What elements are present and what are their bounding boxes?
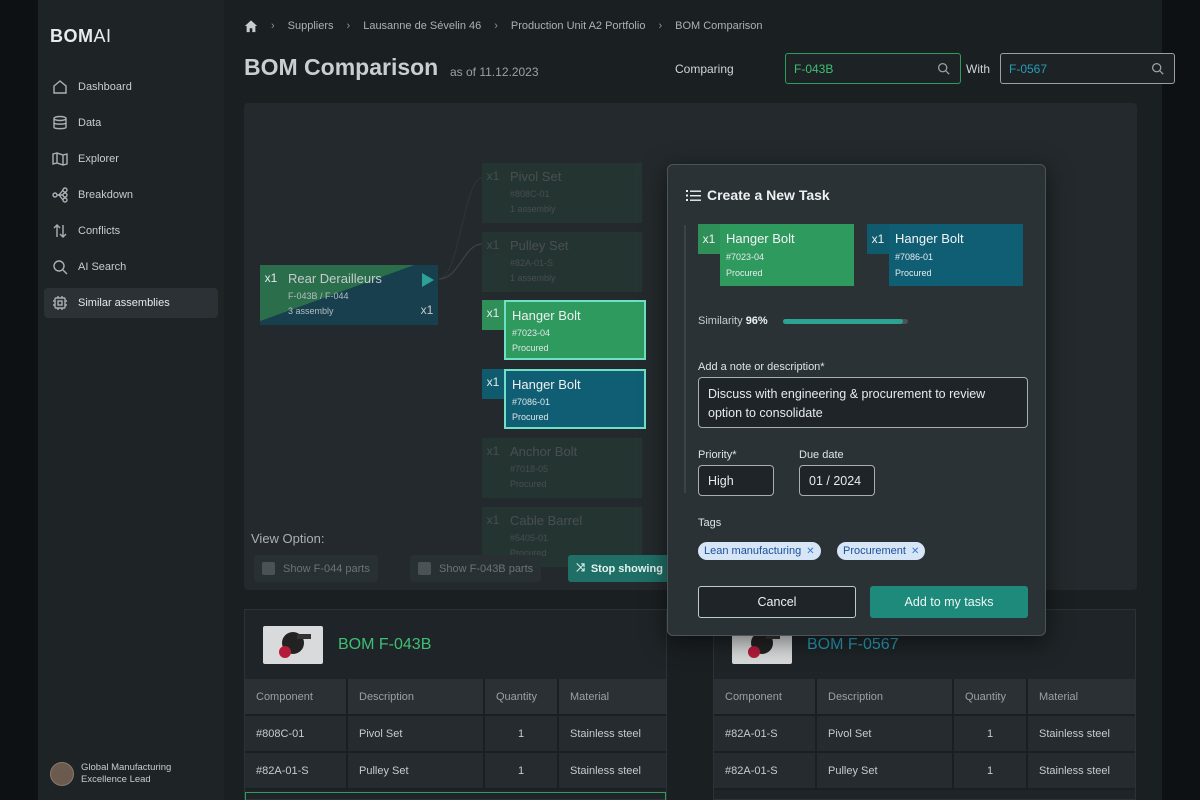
bom-panel-right: BOM F-0567 Component Description Quantit… <box>713 609 1136 800</box>
bom-title: BOM F-0567 <box>807 636 899 653</box>
expand-arrow-icon[interactable] <box>422 273 434 287</box>
similarity-label: Similarity 96% <box>698 315 768 327</box>
bom-title: BOM F-043B <box>338 636 432 653</box>
chevron-right-icon: › <box>271 20 275 32</box>
chip-icon <box>53 296 67 310</box>
with-label: With <box>966 62 990 76</box>
create-task-modal: Create a New Task x1 Hanger Bolt #7023-0… <box>667 164 1046 636</box>
sidebar: BOMAI Dashboard Data Explorer Breakdown … <box>38 0 224 800</box>
bom-panel-left: BOM F-043B Component Description Quantit… <box>244 609 667 800</box>
as-of-date: as of 11.12.2023 <box>450 65 539 79</box>
tags-label: Tags <box>698 517 722 529</box>
home-icon <box>53 80 67 94</box>
search-icon <box>53 260 68 275</box>
bom-table: Component Description Quantity Material … <box>714 679 1135 790</box>
cancel-button[interactable]: Cancel <box>698 586 856 618</box>
tag-procurement[interactable]: Procurement ✕ <box>837 542 926 560</box>
modal-title: Create a New Task <box>686 187 830 203</box>
user-name: Global Manufacturing Excellence Lead <box>81 762 172 785</box>
tag-lean-manufacturing[interactable]: Lean manufacturing ✕ <box>698 542 821 560</box>
sort-arrows-icon <box>53 224 67 238</box>
breadcrumb: › Suppliers › Lausanne de Sévelin 46 › P… <box>244 19 763 33</box>
page-title: BOM Comparison <box>244 54 439 80</box>
chevron-right-icon: › <box>494 20 498 32</box>
priority-label: Priority* <box>698 449 737 461</box>
user-profile[interactable]: Global Manufacturing Excellence Lead <box>50 762 191 786</box>
view-option-label: View Option: <box>251 531 325 546</box>
priority-select[interactable]: High <box>698 465 774 496</box>
node-anchor-bolt[interactable]: x1 Anchor Bolt #7018-05 Procured <box>482 438 642 498</box>
logo: BOMAI <box>50 26 112 46</box>
breadcrumb-portfolio[interactable]: Production Unit A2 Portfolio <box>511 20 646 32</box>
sidebar-item-explorer[interactable]: Explorer <box>44 144 218 174</box>
bom-table: Component Description Quantity Material … <box>245 679 666 790</box>
close-icon[interactable]: ✕ <box>806 546 814 557</box>
list-icon <box>686 189 701 201</box>
database-icon <box>53 115 67 130</box>
add-to-tasks-button[interactable]: Add to my tasks <box>870 586 1028 618</box>
stop-showing-button[interactable]: ⤨ Stop showing <box>568 555 671 582</box>
table-row[interactable]: #808C-01 Pivol Set 1 Stainless steel <box>245 716 666 753</box>
comparing-label: Comparing <box>675 62 734 76</box>
sidebar-item-similar-assemblies[interactable]: Similar assemblies <box>44 288 218 318</box>
node-pulley-set[interactable]: x1 Pulley Set #82A-01-S 1 assembly <box>482 232 642 292</box>
breadcrumb-suppliers[interactable]: Suppliers <box>288 20 334 32</box>
node-hanger-bolt-a[interactable]: x1 Hanger Bolt #7023-04 Procured <box>482 300 646 360</box>
sidebar-item-ai-search[interactable]: AI Search <box>44 252 218 282</box>
shuffle-icon: ⤨ <box>576 562 585 574</box>
tree-icon <box>52 187 68 203</box>
map-icon <box>52 152 68 166</box>
product-thumbnail <box>263 626 323 664</box>
avatar <box>50 762 74 786</box>
chevron-right-icon: › <box>658 20 663 32</box>
table-row[interactable]: #82A-01-S Pulley Set 1 Stainless steel <box>245 753 666 790</box>
close-icon[interactable]: ✕ <box>911 546 919 557</box>
similarity-bar <box>783 319 908 324</box>
sidebar-item-breakdown[interactable]: Breakdown <box>44 180 218 210</box>
with-input[interactable]: F-0567 <box>1000 53 1175 84</box>
due-date-label: Due date <box>799 449 844 461</box>
selected-row-outline <box>245 792 666 800</box>
node-pivol-set[interactable]: x1 Pivol Set #808C-01 1 assembly <box>482 163 642 223</box>
table-row[interactable]: #82A-01-S Pivol Set 1 Stainless steel <box>714 716 1135 753</box>
modal-divider <box>684 225 686 493</box>
note-textarea[interactable]: Discuss with engineering & procurement t… <box>698 377 1028 428</box>
search-icon[interactable] <box>1151 62 1164 75</box>
table-row[interactable]: #82A-01-S Pulley Set 1 Stainless steel <box>714 753 1135 790</box>
task-card-b: x1 Hanger Bolt #7086-01 Procured <box>867 224 1023 286</box>
breadcrumb-current: BOM Comparison <box>675 20 763 32</box>
sidebar-item-conflicts[interactable]: Conflicts <box>44 216 218 246</box>
breadcrumb-site[interactable]: Lausanne de Sévelin 46 <box>363 20 481 32</box>
note-label: Add a note or description* <box>698 361 825 373</box>
root-node[interactable]: x1 Rear Derailleurs F-043B / F-044 3 ass… <box>260 265 438 325</box>
show-f043b-checkbox[interactable]: Show F-043B parts <box>410 555 542 582</box>
sidebar-item-dashboard[interactable]: Dashboard <box>44 72 218 102</box>
search-icon[interactable] <box>937 62 950 75</box>
home-icon[interactable] <box>244 19 258 33</box>
due-date-input[interactable]: 01 / 2024 <box>799 465 875 496</box>
table-header: Component Description Quantity Material <box>245 679 666 716</box>
show-f044-checkbox[interactable]: Show F-044 parts <box>254 555 378 582</box>
sidebar-item-data[interactable]: Data <box>44 108 218 138</box>
table-header: Component Description Quantity Material <box>714 679 1135 716</box>
chevron-right-icon: › <box>346 20 351 32</box>
node-hanger-bolt-b[interactable]: x1 Hanger Bolt #7086-01 Procured <box>482 369 646 429</box>
task-card-a: x1 Hanger Bolt #7023-04 Procured <box>698 224 854 286</box>
comparing-input[interactable]: F-043B <box>785 53 961 84</box>
